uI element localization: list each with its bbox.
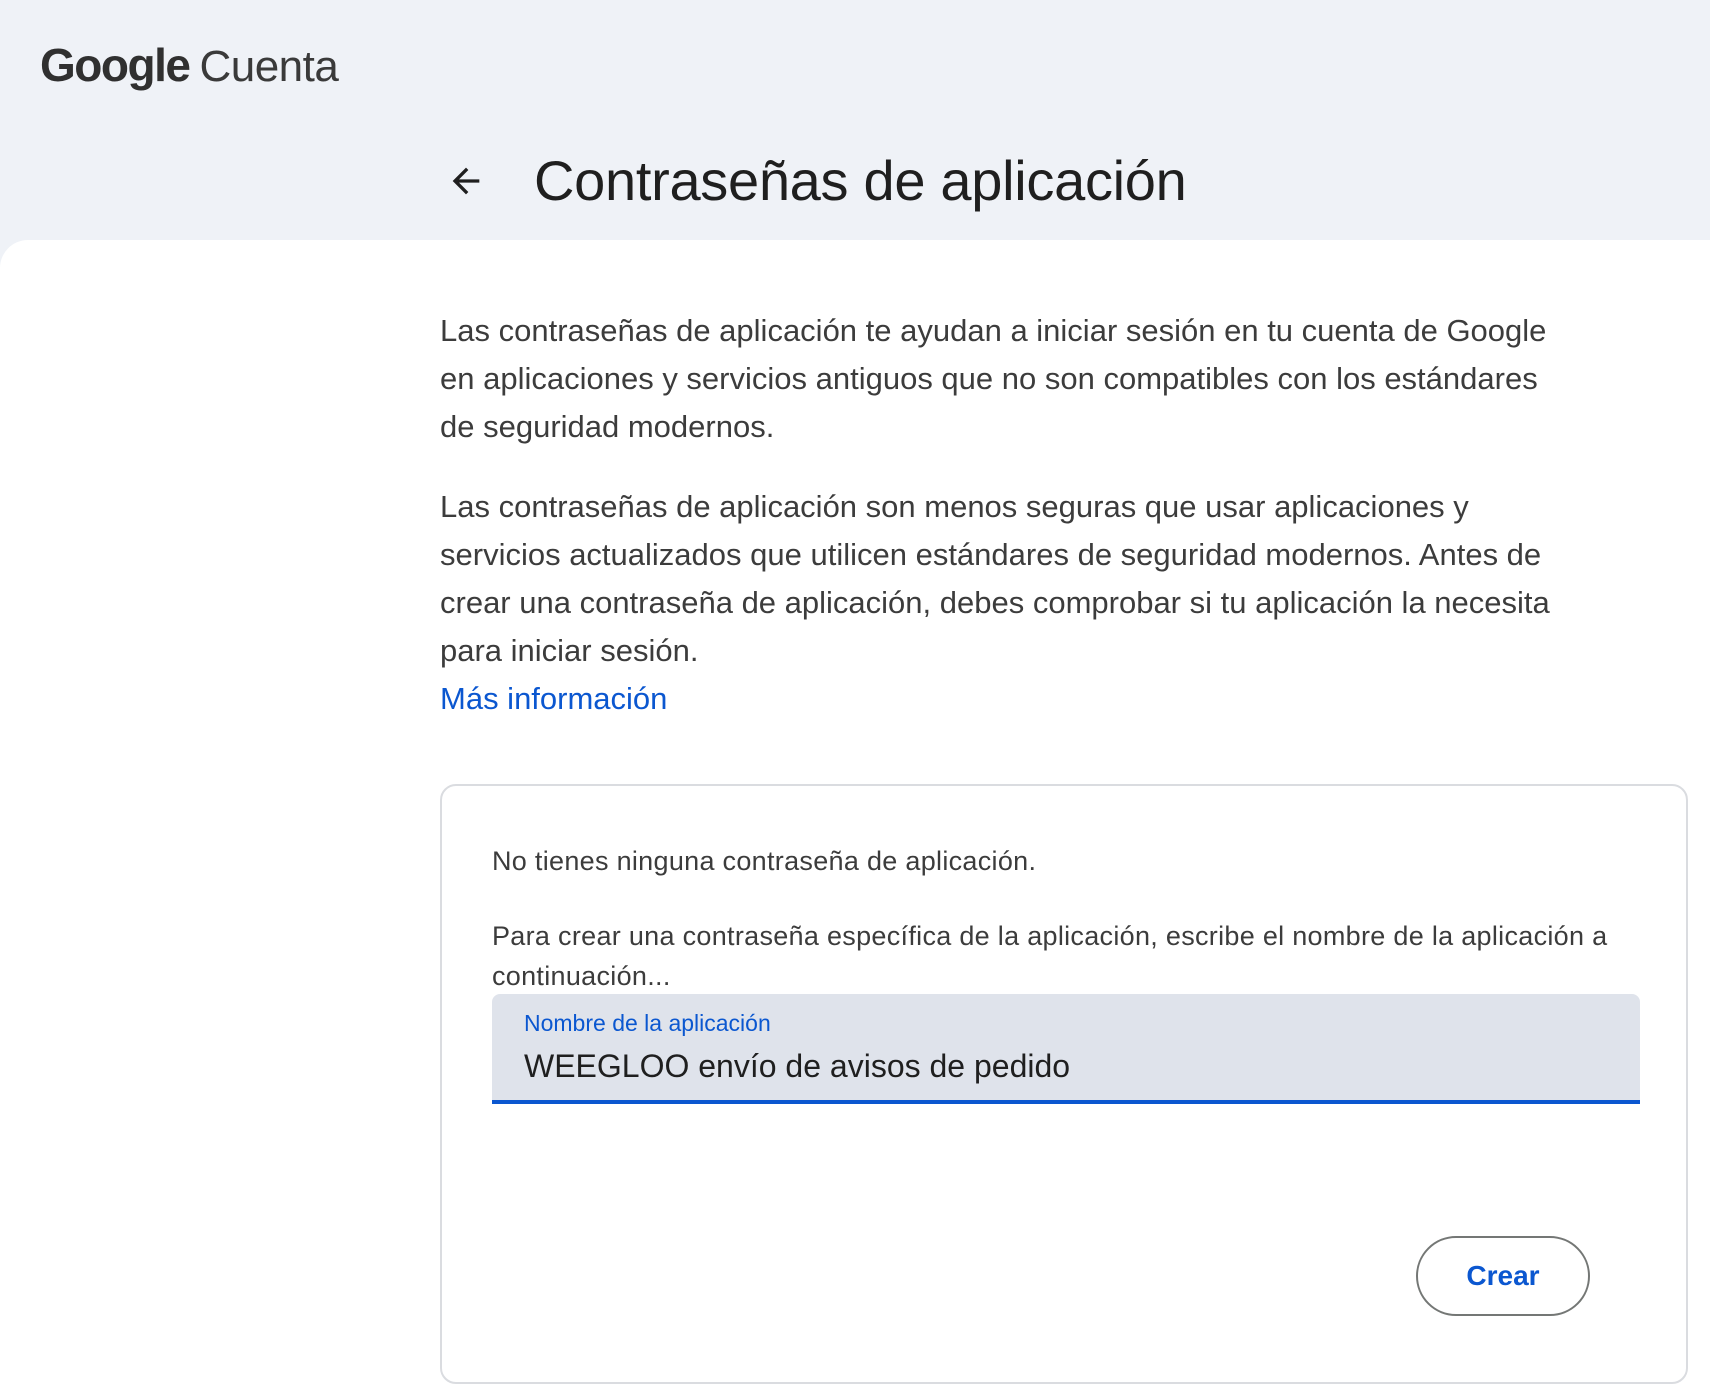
create-button[interactable]: Crear [1416, 1236, 1590, 1316]
intro-paragraph-2-block: Las contraseñas de aplicación son menos … [440, 483, 1570, 723]
create-instructions: Para crear una contraseña específica de … [492, 921, 1608, 991]
page-header: Contraseñas de aplicación [438, 148, 1187, 213]
empty-state-message: No tienes ninguna contraseña de aplicaci… [492, 846, 1037, 876]
back-button[interactable] [438, 153, 494, 209]
learn-more-link[interactable]: Más información [440, 675, 1570, 723]
app-passwords-card: No tienes ninguna contraseña de aplicaci… [440, 784, 1688, 1384]
intro-paragraph-2: Las contraseñas de aplicación son menos … [440, 489, 1550, 668]
intro-paragraph-1: Las contraseñas de aplicación te ayudan … [440, 313, 1547, 444]
arrow-back-icon [452, 167, 480, 194]
main-surface: Las contraseñas de aplicación te ayudan … [0, 240, 1710, 1392]
google-account-logo[interactable]: Google Cuenta [40, 38, 339, 92]
google-wordmark: Google [40, 39, 191, 91]
product-name: Cuenta [199, 42, 339, 91]
app-name-input[interactable] [524, 1044, 1604, 1088]
app-name-field[interactable]: Nombre de la aplicación [492, 994, 1640, 1104]
app-name-label: Nombre de la aplicación [524, 1010, 771, 1036]
top-bar: Google Cuenta Contraseñas de aplicación [0, 0, 1710, 240]
page-title: Contraseñas de aplicación [534, 149, 1187, 212]
